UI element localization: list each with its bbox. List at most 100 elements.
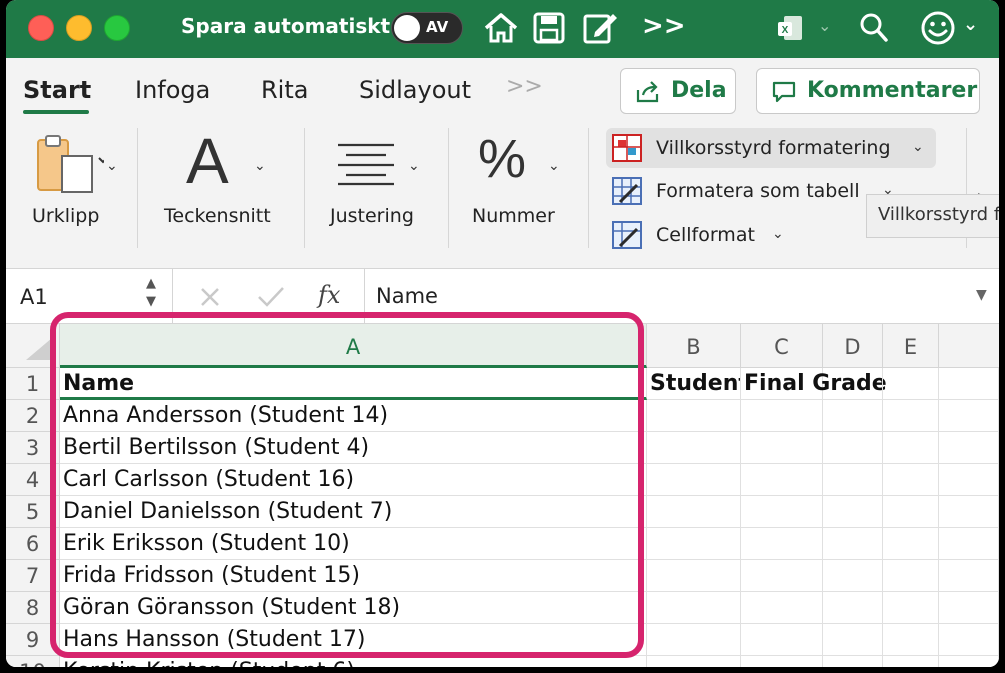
name-box[interactable]: A1 (20, 285, 48, 309)
cell-d[interactable] (823, 528, 883, 560)
tab-start[interactable]: Start (23, 76, 91, 104)
column-header-a[interactable]: A (60, 324, 647, 368)
cell-e[interactable] (883, 368, 939, 400)
cell-c[interactable] (741, 656, 823, 667)
cell-b[interactable] (647, 560, 741, 592)
cell-b[interactable] (647, 464, 741, 496)
feedback-smiley-icon[interactable] (920, 10, 956, 46)
row-header[interactable]: 3 (6, 432, 60, 464)
formula-input[interactable]: Name (376, 284, 438, 308)
row-header[interactable]: 10 (6, 656, 60, 667)
cell-b[interactable]: Student ID (647, 368, 741, 400)
expand-formula-bar-icon[interactable]: ▼ (976, 287, 987, 303)
cell-d[interactable] (823, 656, 883, 667)
cell-c[interactable] (741, 400, 823, 432)
save-icon[interactable] (532, 10, 566, 46)
more-tabs-button[interactable]: >> (506, 74, 543, 99)
cell-a[interactable]: Daniel Danielsson (Student 7) (60, 496, 647, 528)
cell-a[interactable]: Anna Andersson (Student 14) (60, 400, 647, 432)
row-header[interactable]: 9 (6, 624, 60, 656)
cell-e[interactable] (883, 560, 939, 592)
cell-d[interactable] (823, 464, 883, 496)
cell-b[interactable] (647, 592, 741, 624)
tab-infoga[interactable]: Infoga (135, 76, 210, 104)
cell-d[interactable] (823, 368, 883, 400)
cell-d[interactable] (823, 496, 883, 528)
row-header[interactable]: 5 (6, 496, 60, 528)
row-header[interactable]: 8 (6, 592, 60, 624)
search-icon[interactable] (859, 12, 889, 44)
cell-a[interactable]: Kerstin Kristen (Student 6) (60, 656, 647, 667)
cell-c[interactable]: Final Grade (741, 368, 887, 400)
cell-a[interactable]: Name (60, 368, 647, 400)
cell-f[interactable] (939, 464, 999, 496)
share-button[interactable]: Dela (620, 68, 736, 114)
cell-a[interactable]: Göran Göransson (Student 18) (60, 592, 647, 624)
cell-f[interactable] (939, 528, 999, 560)
cell-a[interactable]: Erik Eriksson (Student 10) (60, 528, 647, 560)
cell-c[interactable] (741, 560, 823, 592)
cell-e[interactable] (883, 656, 939, 667)
column-header-c[interactable]: C (741, 324, 823, 368)
row-header[interactable]: 1 (6, 368, 60, 400)
cell-e[interactable] (883, 528, 939, 560)
more-commands-button[interactable]: >> (642, 11, 686, 41)
cell-c[interactable] (741, 432, 823, 464)
column-header-e[interactable]: E (883, 324, 939, 368)
home-icon[interactable] (482, 10, 520, 46)
confirm-edit-icon[interactable] (256, 285, 286, 309)
autosave-toggle[interactable]: AV (391, 12, 463, 44)
cell-e[interactable] (883, 496, 939, 528)
cell-b[interactable] (647, 432, 741, 464)
feedback-chevron-icon[interactable]: ⌄ (963, 14, 978, 35)
format-as-table-button[interactable]: Formatera som tabell ⌄ (606, 174, 896, 210)
cell-e[interactable] (883, 624, 939, 656)
cell-f[interactable] (939, 400, 999, 432)
cell-c[interactable] (741, 496, 823, 528)
cell-f[interactable] (939, 624, 999, 656)
file-dropdown-chevron-icon[interactable]: ⌄ (818, 16, 831, 35)
cell-f[interactable] (939, 496, 999, 528)
cell-e[interactable] (883, 464, 939, 496)
cell-b[interactable] (647, 528, 741, 560)
cell-a[interactable]: Hans Hansson (Student 17) (60, 624, 647, 656)
insert-function-button[interactable]: fx (318, 281, 340, 309)
cell-e[interactable] (883, 400, 939, 432)
cell-d[interactable] (823, 624, 883, 656)
conditional-formatting-button[interactable]: Villkorsstyrd formatering ⌄ (606, 128, 936, 168)
cell-b[interactable] (647, 656, 741, 667)
name-box-stepper-icon[interactable]: ▲ ▼ (146, 275, 156, 311)
cell-a[interactable]: Bertil Bertilsson (Student 4) (60, 432, 647, 464)
cell-c[interactable] (741, 464, 823, 496)
cell-b[interactable] (647, 496, 741, 528)
alignment-group[interactable]: ⌄ Justering (324, 118, 434, 258)
cell-d[interactable] (823, 560, 883, 592)
cell-f[interactable] (939, 432, 999, 464)
cell-e[interactable] (883, 592, 939, 624)
tab-sidlayout[interactable]: Sidlayout (359, 76, 471, 104)
cell-f[interactable] (939, 592, 999, 624)
cell-f[interactable] (939, 368, 999, 400)
cell-styles-button[interactable]: Cellformat ⌄ (606, 218, 806, 254)
row-header[interactable]: 4 (6, 464, 60, 496)
number-group[interactable]: % ⌄ Nummer (466, 118, 586, 258)
tab-rita[interactable]: Rita (261, 76, 308, 104)
row-header[interactable]: 7 (6, 560, 60, 592)
cell-a[interactable]: Frida Fridsson (Student 15) (60, 560, 647, 592)
select-all-corner[interactable] (6, 324, 60, 368)
cell-c[interactable] (741, 624, 823, 656)
excel-file-icon[interactable]: X (776, 14, 806, 44)
cancel-edit-icon[interactable] (198, 285, 222, 309)
cell-d[interactable] (823, 400, 883, 432)
column-header-b[interactable]: B (647, 324, 741, 368)
font-group[interactable]: A ⌄ Teckensnitt (156, 118, 296, 258)
zoom-window-button[interactable] (104, 15, 130, 41)
cell-f[interactable] (939, 656, 999, 667)
cell-c[interactable] (741, 528, 823, 560)
row-header[interactable]: 6 (6, 528, 60, 560)
cell-a[interactable]: Carl Carlsson (Student 16) (60, 464, 647, 496)
edit-document-icon[interactable] (581, 10, 619, 46)
cell-e[interactable] (883, 432, 939, 464)
column-header-d[interactable]: D (823, 324, 883, 368)
clipboard-group[interactable]: ⌄ Urklipp (24, 118, 124, 258)
